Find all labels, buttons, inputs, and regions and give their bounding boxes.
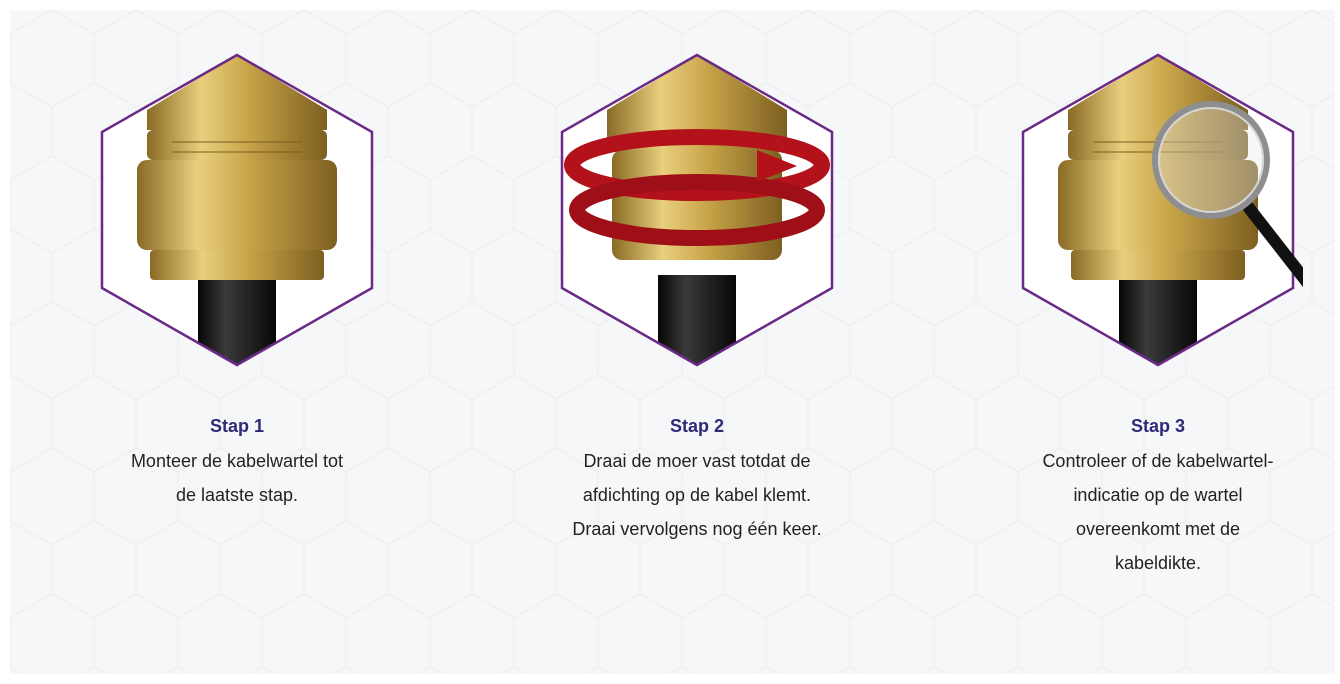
step-2-image — [552, 50, 842, 370]
step-3-line-2: indicatie op de wartel — [1073, 485, 1243, 505]
step-3-line-3: overeenkomt met de — [1075, 519, 1241, 539]
step-3-line-1: Controleer of de kabelwartel- — [1042, 451, 1274, 471]
cable-gland-icon — [100, 53, 374, 367]
step-1-image — [92, 50, 382, 370]
step-1-line-2: de laatste stap. — [175, 485, 299, 505]
step-2-line-1: Draai de moer vast totdat de — [583, 451, 811, 471]
step-2-line-2: afdichting op de kabel klemt. — [582, 485, 812, 505]
step-1: Stap 1 Monteer de kabelwartel tot de laa… — [72, 10, 402, 512]
step-3: Stap 3 Controleer of de kabelwartel- ind… — [993, 10, 1323, 580]
step-1-line-1: Monteer de kabelwartel tot — [130, 451, 344, 471]
magnifier-icon — [1021, 53, 1303, 367]
step-3-image — [1013, 50, 1303, 370]
step-2: Stap 2 Draai de moer vast totdat de afdi… — [532, 10, 862, 546]
step-1-title: Stap 1 — [209, 416, 265, 436]
step-3-title: Stap 3 — [1130, 416, 1186, 436]
step-3-line-4: kabeldikte. — [1114, 553, 1202, 573]
rotate-arrow-icon — [560, 53, 834, 367]
step-1-description: Monteer de kabelwartel tot de laatste st… — [87, 444, 387, 512]
steps-panel: Stap 1 Monteer de kabelwartel tot de laa… — [10, 10, 1335, 674]
step-3-description: Controleer of de kabelwartel- indicatie … — [1038, 444, 1278, 580]
step-2-title: Stap 2 — [669, 416, 725, 436]
step-2-line-3: Draai vervolgens nog één keer. — [572, 519, 822, 539]
step-2-description: Draai de moer vast totdat de afdichting … — [527, 444, 867, 546]
